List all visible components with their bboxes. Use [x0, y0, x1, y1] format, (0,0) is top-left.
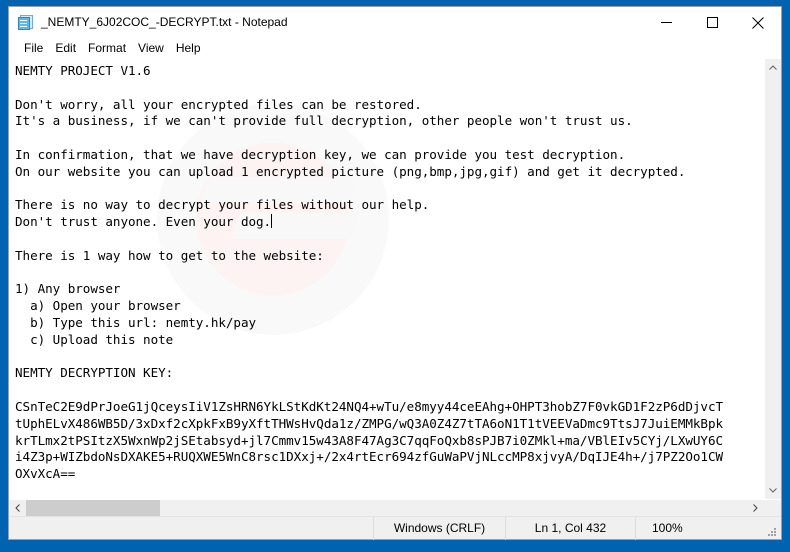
horizontal-scroll-track[interactable] — [26, 499, 747, 516]
horizontal-scroll-thumb[interactable] — [26, 499, 160, 516]
status-bar: Windows (CRLF) Ln 1, Col 432 100% — [9, 516, 781, 540]
text-editor[interactable]: NEMTY PROJECT V1.6 Don't worry, all your… — [9, 59, 764, 499]
menu-view[interactable]: View — [132, 39, 170, 58]
desktop-background: _NEMTY_6J02COC_-DECRYPT.txt - Notepad Fi… — [0, 0, 790, 552]
status-encoding: Windows (CRLF) — [373, 516, 505, 540]
scroll-right-arrow[interactable] — [747, 499, 764, 516]
caption-button-group — [643, 7, 781, 38]
maximize-button[interactable] — [689, 7, 735, 38]
note-text: NEMTY PROJECT V1.6 Don't worry, all your… — [15, 63, 764, 483]
editor-region: NEMTY PROJECT V1.6 Don't worry, all your… — [9, 59, 781, 516]
menu-format[interactable]: Format — [82, 39, 132, 58]
horizontal-scrollbar[interactable] — [9, 499, 781, 516]
scrollbar-corner — [764, 499, 781, 516]
menu-bar: File Edit Format View Help — [9, 38, 781, 59]
menu-edit[interactable]: Edit — [49, 39, 82, 58]
notepad-window: _NEMTY_6J02COC_-DECRYPT.txt - Notepad Fi… — [8, 6, 782, 540]
notepad-icon — [18, 14, 34, 31]
window-title: _NEMTY_6J02COC_-DECRYPT.txt - Notepad — [41, 15, 288, 29]
scroll-down-arrow[interactable] — [764, 482, 781, 499]
note-text-before-caret: NEMTY PROJECT V1.6 Don't worry, all your… — [15, 63, 686, 230]
menu-help[interactable]: Help — [170, 39, 207, 58]
minimize-button[interactable] — [643, 7, 689, 38]
title-bar[interactable]: _NEMTY_6J02COC_-DECRYPT.txt - Notepad — [9, 7, 781, 38]
scroll-up-arrow[interactable] — [764, 59, 781, 76]
editor-row: NEMTY PROJECT V1.6 Don't worry, all your… — [9, 59, 781, 499]
close-button[interactable] — [735, 7, 781, 38]
note-text-after-caret: There is 1 way how to get to the website… — [15, 247, 724, 482]
vertical-scroll-track[interactable] — [764, 76, 781, 482]
menu-file[interactable]: File — [18, 39, 49, 58]
text-caret — [271, 214, 273, 229]
status-cursor-position: Ln 1, Col 432 — [505, 516, 635, 540]
vertical-scrollbar[interactable] — [764, 59, 781, 499]
status-zoom-level: 100% — [635, 516, 759, 540]
scroll-left-arrow[interactable] — [9, 499, 26, 516]
resize-grip-icon[interactable] — [759, 517, 781, 540]
